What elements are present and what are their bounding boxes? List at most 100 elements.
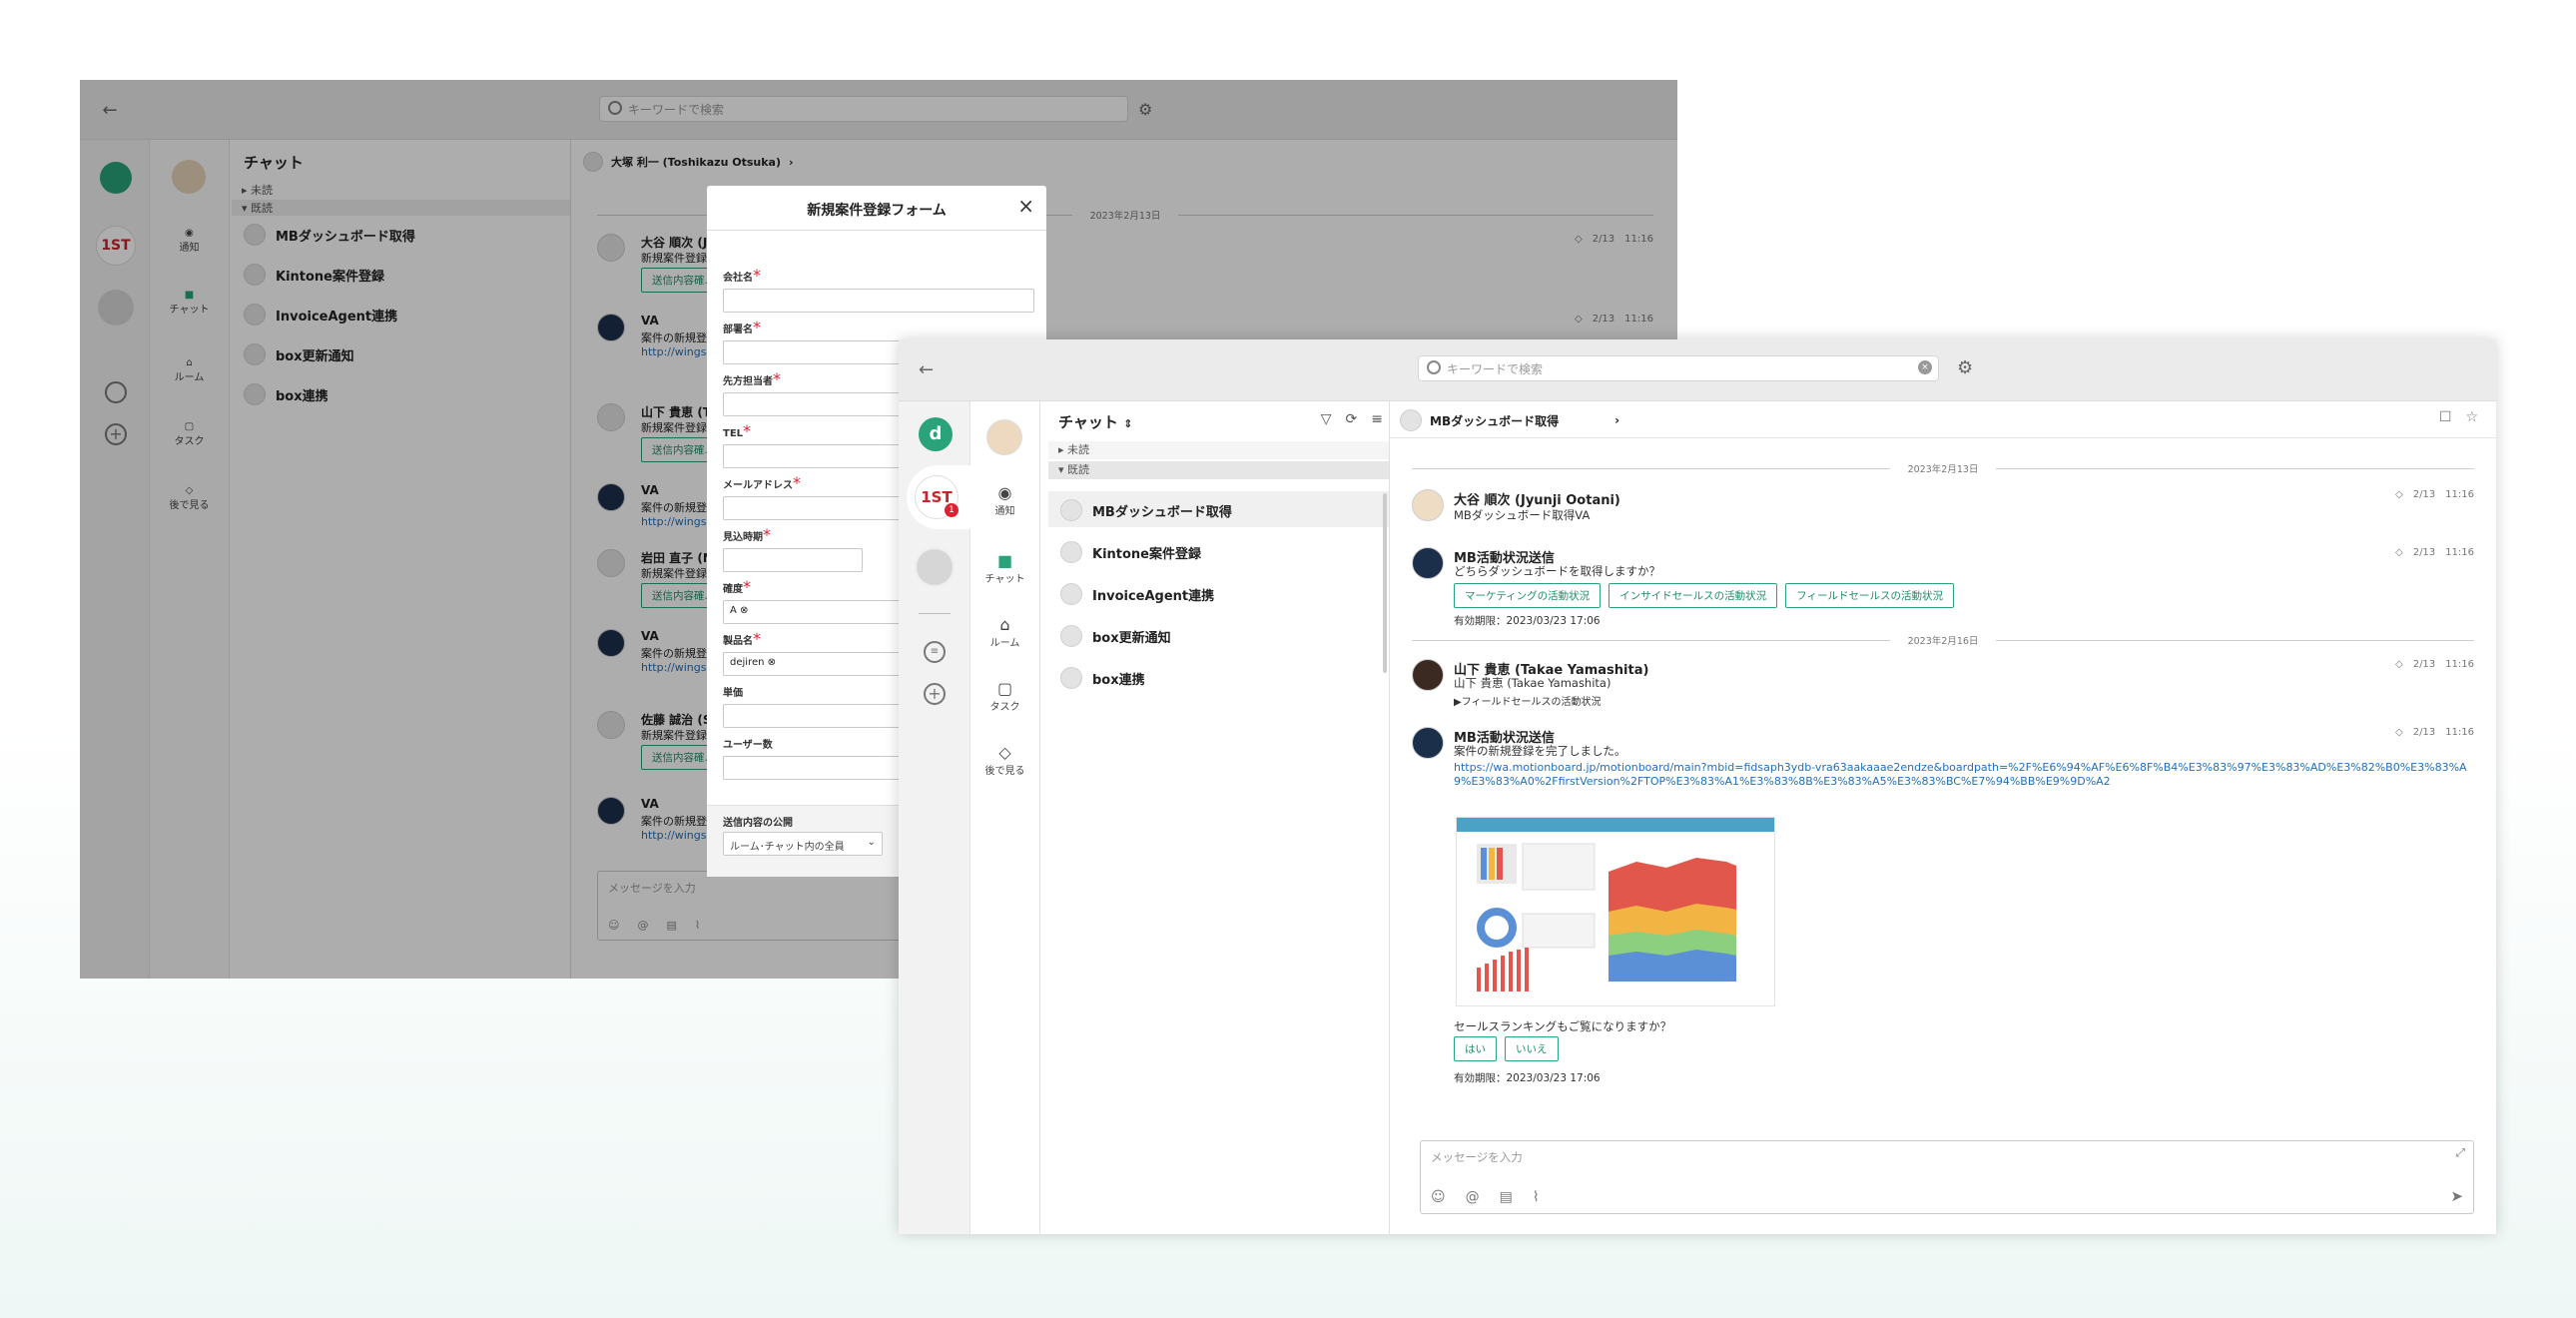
chat-item[interactable]: box連携 (1060, 667, 1232, 689)
section-unread[interactable]: ▸ 未読 (1048, 441, 1389, 459)
front-window: ← キーワードで検索 × ⚙ d 1ST 1 ≡ + ◉ 通知 ■ チャット ⌂ ルー… (899, 339, 2496, 1234)
clear-search-icon[interactable]: × (1918, 360, 1932, 374)
nav-chat[interactable]: ■ チャット (970, 551, 1039, 585)
nav-later[interactable]: ◇ 後で見る (970, 743, 1039, 777)
user-avatar (1412, 489, 1444, 521)
field-company: 会社名* (723, 266, 1034, 313)
chat-item[interactable]: box更新通知 (1060, 625, 1232, 647)
room-header[interactable]: MBダッシュボード取得 › (1400, 409, 1619, 431)
front-search-input[interactable]: キーワードで検索 × (1418, 355, 1939, 381)
tag-icon[interactable]: ◇ (2395, 489, 2403, 500)
yes-no-buttons: はい いいえ (1454, 1036, 1567, 1061)
front-app-rail: d 1ST 1 ≡ + (899, 401, 970, 1234)
chat-list-tools: ▽ ⟳ ≡ (1321, 411, 1383, 427)
back-arrow-icon[interactable]: ← (919, 359, 934, 380)
filter-settings-icon[interactable]: ⚙ (1957, 357, 1973, 378)
field-sales-button[interactable]: フィールドセールスの活動状況 (1785, 583, 1954, 608)
date-divider: 2023年2月13日 (1412, 461, 2474, 475)
no-button[interactable]: いいえ (1505, 1036, 1559, 1061)
app-logo-icon[interactable]: d (919, 417, 953, 451)
inside-sales-button[interactable]: インサイドセールスの活動状況 (1609, 583, 1778, 608)
publish-select[interactable]: ルーム･チャット内の全員 ⌄ (723, 832, 883, 856)
window-icon[interactable]: ☐ (2439, 409, 2452, 425)
message-meta: ◇ 2/13 11:16 (2395, 727, 2474, 738)
bot-avatar-icon (1060, 583, 1082, 605)
room-icon: ⌂ (999, 615, 1010, 634)
divider (707, 230, 1046, 231)
nav-notification[interactable]: ◉ 通知 (970, 483, 1039, 517)
front-room: MBダッシュボード取得 › ☐ ☆ 2023年2月13日 大谷 順次 (Jyunji… (1390, 401, 2496, 1234)
message-meta: ◇ 2/13 11:16 (2395, 547, 2474, 558)
tag-icon[interactable]: ◇ (2395, 727, 2403, 738)
company-input[interactable] (723, 289, 1034, 313)
message-composer[interactable]: メッセージを入力 ⤢ ☺ @ ▤ ⌇ ➤ (1420, 1140, 2474, 1214)
task-icon: ▢ (996, 679, 1013, 698)
chat-item[interactable]: Kintone案件登録 (1060, 541, 1232, 563)
composer-tools: ☺ @ ▤ ⌇ (1431, 1189, 1540, 1205)
date-divider: 2023年2月16日 (1412, 633, 2474, 647)
sales-ranking-question: セールスランキングもご覧になりますか？ (1454, 1019, 1672, 1033)
chat-item[interactable]: MBダッシュボード取得 (1060, 499, 1232, 521)
sort-icon[interactable]: ⇕ (1123, 417, 1132, 430)
chevron-down-icon: ⌄ (867, 837, 876, 848)
bot-avatar-icon (1400, 409, 1422, 431)
add-icon[interactable]: + (924, 683, 946, 705)
group-icon[interactable] (915, 547, 955, 587)
refresh-icon[interactable]: ⟳ (1346, 411, 1358, 427)
nav-task[interactable]: ▢ タスク (970, 679, 1039, 713)
chat-item[interactable]: InvoiceAgent連携 (1060, 583, 1232, 605)
chevron-right-icon: › (1614, 413, 1620, 427)
rail-divider (919, 613, 951, 614)
expand-icon[interactable]: ⤢ (2456, 1145, 2465, 1160)
message-meta: ◇ 2/13 11:16 (2395, 489, 2474, 500)
tag-icon[interactable]: ◇ (2395, 547, 2403, 558)
close-icon[interactable]: × (1017, 194, 1034, 218)
bot-avatar (1412, 547, 1444, 579)
room-tools: ☐ ☆ (2439, 409, 2478, 425)
message-mb-1: MB活動状況送信 どちらダッシュボードを取得しますか？ マーケティングの活動状況… (1412, 547, 2474, 637)
yes-button[interactable]: はい (1454, 1036, 1497, 1061)
expiry-text: 有効期限：2023/03/23 17:06 (1454, 1072, 1601, 1084)
front-user-avatar[interactable] (986, 419, 1022, 455)
choice-buttons: マーケティングの活動状況 インサイドセールスの活動状況 フィールドセールスの活動状況 (1454, 583, 1962, 608)
star-icon[interactable]: ☆ (2465, 409, 2478, 425)
clear-icon[interactable]: ⊗ (768, 657, 776, 668)
workspace-1st-icon[interactable]: 1ST 1 (907, 465, 970, 529)
section-read[interactable]: ▾ 既読 (1048, 461, 1389, 479)
details-toggle[interactable]: ▶フィールドセールスの活動状況 (1454, 693, 1602, 708)
tag-icon[interactable]: ◇ (2395, 659, 2403, 670)
sort-list-icon[interactable]: ≡ (1371, 411, 1383, 427)
timing-date-input[interactable] (723, 548, 863, 572)
list-icon[interactable]: ≡ (924, 641, 946, 663)
send-icon[interactable]: ➤ (2450, 1187, 2463, 1205)
front-topbar: ← キーワードで検索 × ⚙ (899, 339, 2496, 401)
search-icon (1427, 360, 1441, 374)
chat-icon: ■ (996, 551, 1013, 570)
bot-avatar (1412, 727, 1444, 759)
attach-icon[interactable]: ⌇ (1533, 1189, 1540, 1205)
bot-avatar-icon (1060, 625, 1082, 647)
scrollbar[interactable] (1383, 493, 1387, 673)
expiry-text: 有効期限：2023/03/23 17:06 (1454, 615, 1601, 627)
mention-icon[interactable]: @ (1466, 1189, 1480, 1205)
unread-badge: 1 (945, 503, 959, 517)
dashboard-thumbnail[interactable] (1456, 817, 1775, 1006)
tag-icon: ◇ (998, 743, 1011, 762)
header-divider (1390, 437, 2496, 438)
front-nav-rail: ◉ 通知 ■ チャット ⌂ ルーム ▢ タスク ◇ 後で見る (970, 401, 1040, 1234)
clear-icon[interactable]: ⊗ (740, 605, 748, 616)
thumbnail-header (1457, 818, 1774, 832)
bot-avatar-icon (1060, 541, 1082, 563)
template-icon[interactable]: ▤ (1500, 1189, 1513, 1205)
marketing-button[interactable]: マーケティングの活動状況 (1454, 583, 1602, 608)
message-meta: ◇ 2/13 11:16 (2395, 659, 2474, 670)
front-chat-list: チャット ⇕ ▽ ⟳ ≡ ▸ 未読 ▾ 既読 MBダッシュボード取得 Kintone… (1048, 401, 1390, 1234)
filter-icon[interactable]: ▽ (1321, 411, 1332, 427)
user-avatar (1412, 659, 1444, 691)
notification-icon: ◉ (997, 483, 1012, 502)
nav-room[interactable]: ⌂ ルーム (970, 615, 1039, 649)
dashboard-link[interactable]: https://wa.motionboard.jp/motionboard/ma… (1454, 761, 2474, 789)
bot-avatar-icon (1060, 499, 1082, 521)
form-title: 新規案件登録フォーム (807, 203, 947, 219)
emoji-icon[interactable]: ☺ (1431, 1189, 1446, 1205)
